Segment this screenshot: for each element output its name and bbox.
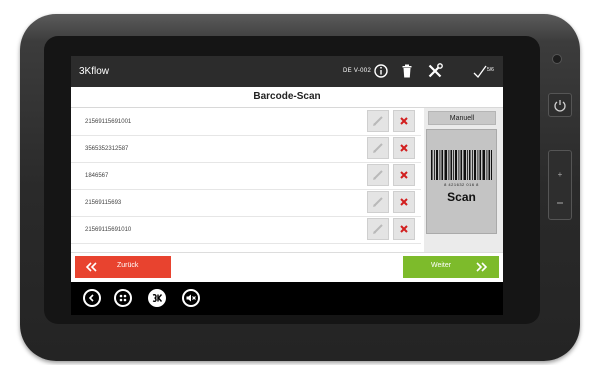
check-count: 5/6 bbox=[487, 67, 494, 73]
delete-x-icon bbox=[400, 225, 408, 233]
apps-icon[interactable] bbox=[114, 289, 132, 307]
3k-logo-icon[interactable] bbox=[148, 289, 166, 307]
system-navbar bbox=[71, 282, 503, 315]
footer-bar: Zurück Weiter bbox=[71, 252, 503, 283]
pencil-icon bbox=[373, 170, 383, 180]
back-icon[interactable] bbox=[83, 289, 101, 307]
double-chevron-left-icon bbox=[85, 262, 97, 272]
pencil-icon bbox=[373, 116, 383, 126]
volume-plus-minus-icon: + bbox=[557, 170, 563, 204]
delete-x-icon bbox=[400, 198, 408, 206]
content-area: Barcode-Scan 21569115691001 356535231258… bbox=[71, 87, 503, 252]
delete-x-icon bbox=[400, 171, 408, 179]
power-button[interactable] bbox=[548, 93, 572, 117]
edit-button[interactable] bbox=[367, 137, 389, 159]
info-icon[interactable] bbox=[373, 63, 389, 79]
list-item: 3565352312587 bbox=[71, 137, 421, 163]
list-item: 1846567 bbox=[71, 164, 421, 190]
camera-icon bbox=[552, 54, 562, 64]
list-item: 21569115693 bbox=[71, 191, 421, 217]
row-divider bbox=[71, 135, 421, 136]
barcode-value: 21569115691010 bbox=[85, 227, 132, 233]
svg-text:+: + bbox=[558, 170, 563, 179]
app-topbar: 3Kflow DE V-002 5/6 bbox=[71, 56, 503, 87]
device-label: DE V-002 bbox=[343, 68, 372, 74]
back-button[interactable]: Zurück bbox=[75, 256, 171, 278]
manual-button[interactable]: Manuell bbox=[428, 111, 496, 125]
scan-button[interactable]: 8 421632 016 8 Scan bbox=[426, 129, 497, 234]
mute-icon[interactable] bbox=[182, 289, 200, 307]
delete-x-icon bbox=[400, 144, 408, 152]
delete-button[interactable] bbox=[393, 191, 415, 213]
volume-button[interactable]: + bbox=[548, 150, 572, 220]
barcode-value: 21569115693 bbox=[85, 200, 122, 206]
row-divider bbox=[71, 162, 421, 163]
row-divider bbox=[71, 243, 421, 244]
scanned-items-list: 21569115691001 3565352312587 1846567 215… bbox=[71, 108, 424, 252]
power-icon bbox=[554, 100, 566, 112]
edit-button[interactable] bbox=[367, 164, 389, 186]
next-label: Weiter bbox=[431, 262, 452, 269]
delete-button[interactable] bbox=[393, 164, 415, 186]
app-title: 3Kflow bbox=[79, 66, 110, 77]
side-panel: Manuell 8 421632 016 8 Scan bbox=[424, 108, 503, 252]
pencil-icon bbox=[373, 197, 383, 207]
row-divider bbox=[71, 216, 421, 217]
trash-icon[interactable] bbox=[399, 63, 415, 79]
barcode-digits: 8 421632 016 8 bbox=[444, 182, 479, 187]
list-item: 21569115691001 bbox=[71, 110, 421, 136]
edit-button[interactable] bbox=[367, 218, 389, 240]
barcode-value: 3565352312587 bbox=[85, 146, 129, 152]
barcode-value: 21569115691001 bbox=[85, 119, 132, 125]
row-divider bbox=[71, 189, 421, 190]
barcode-value: 1846567 bbox=[85, 173, 109, 179]
check-icon bbox=[473, 65, 487, 78]
pencil-icon bbox=[373, 143, 383, 153]
delete-button[interactable] bbox=[393, 218, 415, 240]
tools-icon[interactable] bbox=[427, 63, 443, 79]
page-title: Barcode-Scan bbox=[71, 87, 503, 108]
barcode-icon bbox=[431, 150, 492, 180]
delete-button[interactable] bbox=[393, 110, 415, 132]
tablet-screen: 3Kflow DE V-002 5/6 Barcode-Scan 2156911… bbox=[71, 56, 503, 315]
double-chevron-right-icon bbox=[476, 262, 488, 272]
back-label: Zurück bbox=[117, 262, 139, 269]
scan-label: Scan bbox=[447, 190, 476, 204]
delete-x-icon bbox=[400, 117, 408, 125]
next-button[interactable]: Weiter bbox=[403, 256, 499, 278]
list-item: 21569115691010 bbox=[71, 218, 421, 244]
delete-button[interactable] bbox=[393, 137, 415, 159]
pencil-icon bbox=[373, 224, 383, 234]
check-status[interactable]: 5/6 bbox=[473, 63, 501, 81]
edit-button[interactable] bbox=[367, 110, 389, 132]
edit-button[interactable] bbox=[367, 191, 389, 213]
